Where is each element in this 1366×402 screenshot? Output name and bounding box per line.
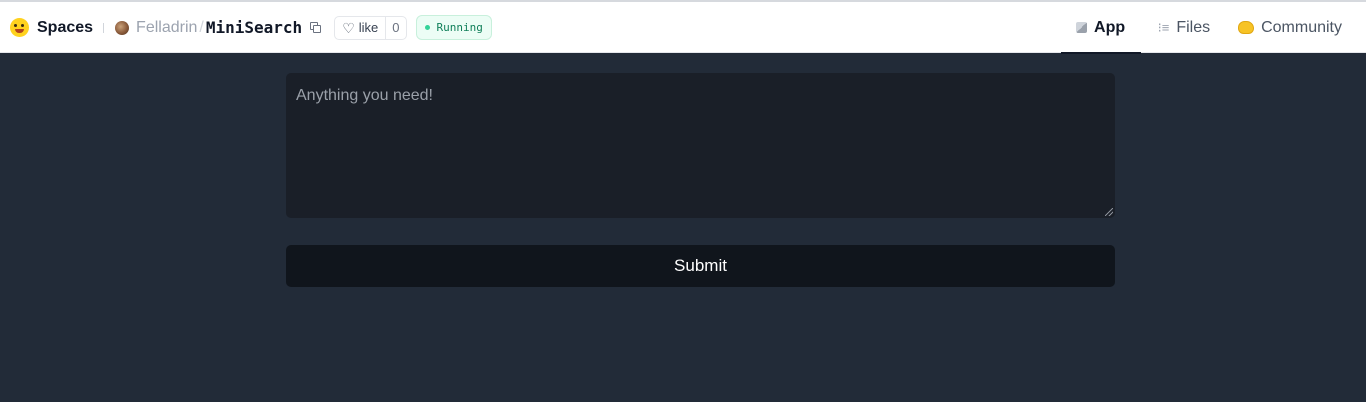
status-label: Running [436,21,483,34]
space-header: Spaces Felladrin / MiniSearch ♡ like 0 R… [10,2,492,53]
spaces-link[interactable]: Spaces [37,19,93,37]
owner-link[interactable]: Felladrin [136,19,197,37]
heart-icon: ♡ [342,19,355,36]
tab-files[interactable]: ⁝≡ Files [1144,2,1225,53]
top-navigation-bar: Spaces Felladrin / MiniSearch ♡ like 0 R… [0,0,1366,54]
hugging-face-logo-icon[interactable] [10,18,29,37]
search-form: Anything you need! Submit [286,73,1115,287]
tab-app-label: App [1094,18,1126,36]
query-placeholder: Anything you need! [296,87,433,104]
status-badge[interactable]: Running [415,15,492,40]
owner-avatar[interactable] [115,20,130,35]
files-icon: ⁝≡ [1157,19,1170,35]
resize-handle-icon[interactable] [1105,208,1113,216]
tab-community[interactable]: Community [1224,2,1366,53]
tab-community-label: Community [1261,18,1342,36]
query-textarea[interactable]: Anything you need! [286,73,1115,218]
cube-icon [1076,22,1088,33]
community-icon [1238,21,1255,34]
repo-name-link[interactable]: MiniSearch [206,18,302,37]
copy-icon[interactable] [310,21,322,34]
tab-app[interactable]: App [1060,2,1141,54]
like-button[interactable]: ♡ like 0 [334,15,407,40]
like-label: like [358,20,379,35]
space-tabs: App ⁝≡ Files Community [1060,2,1366,54]
divider [103,22,105,33]
submit-button[interactable]: Submit [286,245,1115,287]
like-count[interactable]: 0 [385,16,405,39]
like-toggle[interactable]: ♡ like [335,17,385,39]
path-separator: / [199,18,204,36]
running-status-dot-icon [424,25,430,30]
tab-files-label: Files [1176,18,1211,36]
